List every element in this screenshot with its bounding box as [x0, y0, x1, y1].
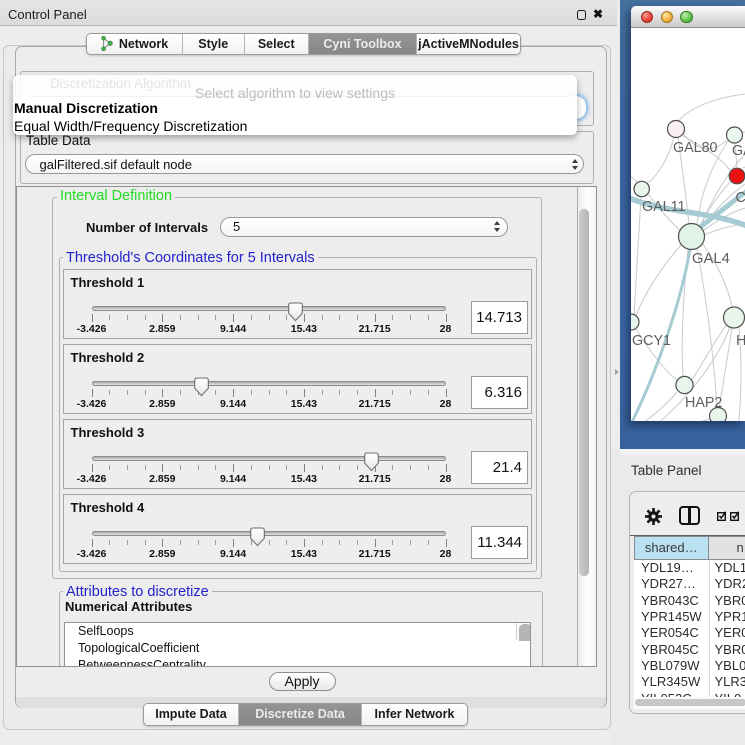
svg-text:GAL4: GAL4: [692, 251, 730, 267]
svg-text:HAP2: HAP2: [685, 395, 722, 411]
svg-text:GAL80: GAL80: [673, 140, 718, 156]
svg-text:GAL11: GAL11: [642, 199, 685, 215]
svg-text:GAL2: GAL2: [732, 143, 745, 159]
svg-text:HIS5: HIS5: [736, 333, 745, 349]
svg-text:CYC8: CYC8: [736, 190, 745, 206]
svg-text:GCY1: GCY1: [632, 333, 671, 349]
